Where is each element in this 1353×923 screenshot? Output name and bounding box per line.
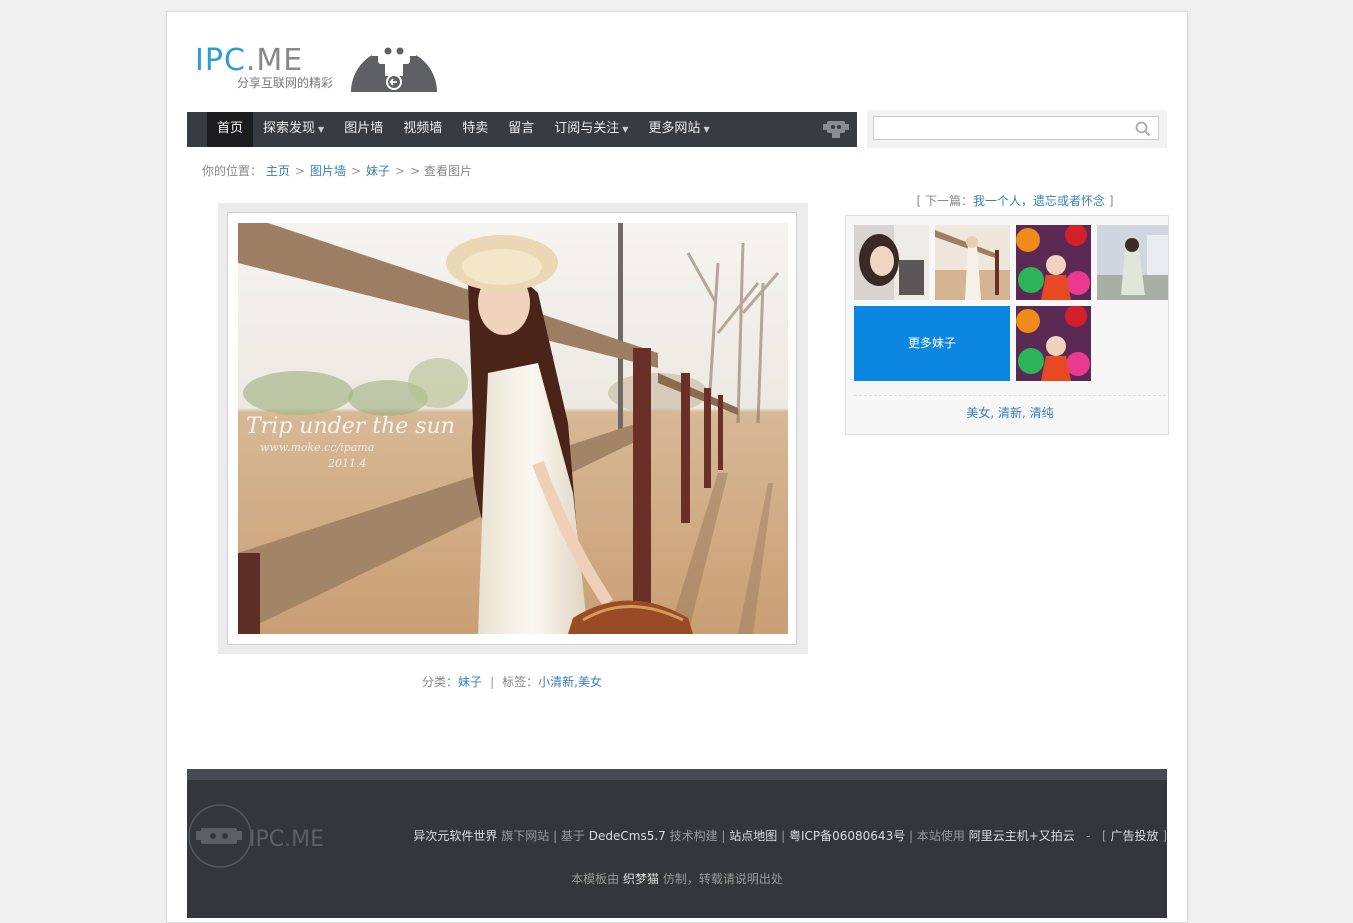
nav-item-explore[interactable]: 探索发现 ▼ xyxy=(253,112,334,147)
photo-overlay-subtitle: www.moke.cc/ipama xyxy=(260,441,374,454)
footer-brand[interactable]: 异次元软件世界 xyxy=(413,829,497,843)
breadcrumb-current: > 查看图片 xyxy=(410,164,472,178)
related-thumb[interactable] xyxy=(1097,225,1169,300)
breadcrumb-home-link[interactable]: 主页 xyxy=(266,164,290,178)
breadcrumb: 你的位置： 主页 > 图片墙 > 妹子 > > 查看图片 xyxy=(202,164,472,178)
robot-icon xyxy=(823,121,849,138)
ads-link[interactable]: 广告投放 xyxy=(1110,829,1158,843)
host-link[interactable]: 阿里云主机+又拍云 xyxy=(969,829,1075,843)
site-footer: IPC.ME 异次元软件世界 旗下网站 | 基于 DedeCms5.7 技术构建… xyxy=(187,769,1167,918)
related-thumb[interactable] xyxy=(854,225,929,300)
author-link[interactable]: 织梦猫 xyxy=(623,872,659,886)
nav-item-video-wall[interactable]: 视频墙 xyxy=(393,112,452,147)
tags-link[interactable]: 小清新,美女 xyxy=(538,675,602,689)
caret-down-icon: ▼ xyxy=(703,125,710,134)
logo-main: IPC xyxy=(195,43,246,78)
related-pictures: 更多妹子 美女, 清新, 清纯 xyxy=(845,215,1169,435)
next-post-link[interactable]: 我一个人，遗忘或者怀念 xyxy=(973,194,1105,208)
photo-container: Trip under the sun www.moke.cc/ipama 201… xyxy=(218,203,808,654)
footer-credit: 本模板由 织梦猫 仿制，转载请说明出处 xyxy=(571,872,783,886)
site-slogan: 分享互联网的精彩 xyxy=(237,76,334,90)
site-logo[interactable]: IPC.ME 分享互联网的精彩 xyxy=(195,44,345,104)
nav-item-more-sites[interactable]: 更多网站 ▼ xyxy=(638,112,719,147)
breadcrumb-category-link[interactable]: 妹子 xyxy=(366,164,390,178)
search-input[interactable] xyxy=(873,116,1159,140)
robot-mascot-icon xyxy=(351,42,437,92)
main-nav: 首页 探索发现 ▼ 图片墙 视频墙 特卖 留言 订阅与关注 ▼ 更多网站 ▼ xyxy=(187,112,857,147)
nav-item-home[interactable]: 首页 xyxy=(207,112,254,147)
photo-overlay-date: 2011.4 xyxy=(327,457,367,470)
footer-info: 异次元软件世界 旗下网站 | 基于 DedeCms5.7 技术构建 | 站点地图… xyxy=(413,829,1167,843)
related-thumb[interactable] xyxy=(935,225,1010,300)
nav-item-picture-wall[interactable]: 图片墙 xyxy=(334,112,393,147)
footer-logo-text: IPC.ME xyxy=(249,827,324,852)
related-thumb[interactable] xyxy=(1016,225,1091,300)
photo-meta: 分类：妹子 | 标签：小清新,美女 xyxy=(422,675,602,689)
page-container: IPC.ME 分享互联网的精彩 首页 探索发现 ▼ 图片墙 视频墙 特卖 留言 订… xyxy=(166,11,1188,923)
nav-item-sale[interactable]: 特卖 xyxy=(452,112,498,147)
caret-down-icon: ▼ xyxy=(622,125,629,134)
search-icon[interactable] xyxy=(1135,121,1151,137)
sitemap-link[interactable]: 站点地图 xyxy=(729,829,777,843)
search-box xyxy=(867,110,1167,148)
breadcrumb-gallery-link[interactable]: 图片墙 xyxy=(310,164,346,178)
nav-item-subscribe[interactable]: 订阅与关注 ▼ xyxy=(544,112,638,147)
related-thumb[interactable] xyxy=(1016,306,1091,381)
category-link[interactable]: 妹子 xyxy=(458,675,482,689)
nav-item-guestbook[interactable]: 留言 xyxy=(498,112,544,147)
footer-logo: IPC.ME xyxy=(188,804,324,868)
sidebar-tags-link[interactable]: 美女, 清新, 清纯 xyxy=(966,406,1053,420)
more-girls-button[interactable]: 更多妹子 xyxy=(854,306,1010,381)
logo-rest: .ME xyxy=(245,43,304,78)
caret-down-icon: ▼ xyxy=(318,125,325,134)
next-post: [ 下一篇：我一个人，遗忘或者怀念 ] xyxy=(916,194,1114,208)
icp-link[interactable]: 粤ICP备06080643号 xyxy=(789,829,905,843)
main-photo[interactable]: Trip under the sun www.moke.cc/ipama 201… xyxy=(238,223,788,634)
photo-overlay-title: Trip under the sun xyxy=(246,414,455,439)
